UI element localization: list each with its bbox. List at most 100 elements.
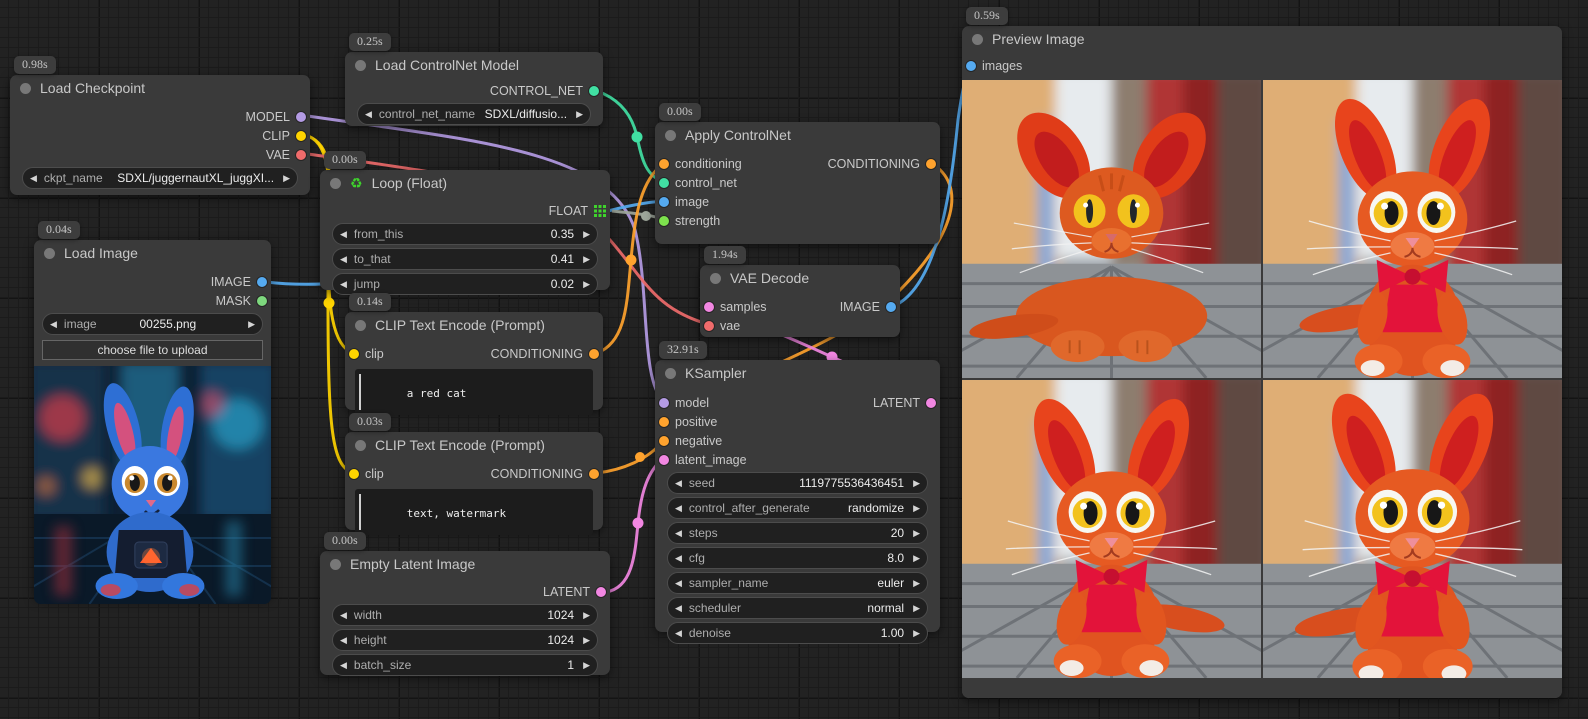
- right-arrow-icon[interactable]: ▶: [569, 109, 590, 120]
- output-slot-image[interactable]: [257, 277, 267, 287]
- output-slot-mask[interactable]: [257, 296, 267, 306]
- node-load-image[interactable]: 0.04s Load Image IMAGE MASK ◀ image 0025…: [34, 240, 271, 598]
- prompt-textarea[interactable]: a red cat: [355, 369, 593, 415]
- node-load-checkpoint[interactable]: 0.98s Load Checkpoint MODEL CLIP VAE ◀ c…: [10, 75, 310, 195]
- node-title-bar[interactable]: Preview Image: [962, 26, 1562, 52]
- left-arrow-icon[interactable]: ◀: [668, 578, 689, 589]
- node-graph-canvas[interactable]: 0.98s Load Checkpoint MODEL CLIP VAE ◀ c…: [0, 0, 1588, 719]
- left-arrow-icon[interactable]: ◀: [358, 109, 379, 120]
- node-title-bar[interactable]: VAE Decode: [700, 265, 900, 291]
- node-loop-float[interactable]: 0.00s ♻ Loop (Float) FLOAT ◀ from_this 0…: [320, 170, 610, 290]
- widget-scheduler[interactable]: ◀ scheduler normal ▶: [667, 597, 928, 619]
- node-title-bar[interactable]: Load Checkpoint: [10, 75, 310, 101]
- right-arrow-icon[interactable]: ▶: [906, 578, 927, 589]
- widget-control-after-generate[interactable]: ◀ control_after_generate randomize ▶: [667, 497, 928, 519]
- output-slot-conditioning[interactable]: [926, 159, 936, 169]
- node-title-bar[interactable]: Load Image: [34, 240, 271, 266]
- output-slot-latent[interactable]: [596, 587, 606, 597]
- right-arrow-icon[interactable]: ▶: [906, 603, 927, 614]
- right-arrow-icon[interactable]: ▶: [906, 478, 927, 489]
- widget-batch-size[interactable]: ◀ batch_size 1 ▶: [332, 654, 598, 676]
- output-slot-conditioning[interactable]: [589, 349, 599, 359]
- widget-seed[interactable]: ◀ seed 1119775536436451 ▶: [667, 472, 928, 494]
- node-title-bar[interactable]: Load ControlNet Model: [345, 52, 603, 78]
- collapse-dot-icon[interactable]: [44, 248, 55, 259]
- left-arrow-icon[interactable]: ◀: [333, 660, 354, 671]
- input-slot-control-net[interactable]: [659, 178, 669, 188]
- choose-file-button[interactable]: choose file to upload: [42, 340, 263, 360]
- widget-height[interactable]: ◀ height 1024 ▶: [332, 629, 598, 651]
- output-slot-clip[interactable]: [296, 131, 306, 141]
- collapse-dot-icon[interactable]: [665, 130, 676, 141]
- left-arrow-icon[interactable]: ◀: [668, 628, 689, 639]
- input-slot-images[interactable]: [966, 61, 976, 71]
- node-title-bar[interactable]: Apply ControlNet: [655, 122, 940, 148]
- collapse-dot-icon[interactable]: [710, 273, 721, 284]
- node-vae-decode[interactable]: 1.94s VAE Decode samples IMAGE vae: [700, 265, 900, 337]
- left-arrow-icon[interactable]: ◀: [23, 173, 44, 184]
- collapse-dot-icon[interactable]: [972, 34, 983, 45]
- right-arrow-icon[interactable]: ▶: [906, 553, 927, 564]
- collapse-dot-icon[interactable]: [355, 440, 366, 451]
- left-arrow-icon[interactable]: ◀: [333, 279, 354, 290]
- reroute-dot-latent-empty[interactable]: [633, 518, 644, 529]
- reroute-dot-clip[interactable]: [324, 298, 335, 309]
- input-slot-samples[interactable]: [704, 302, 714, 312]
- node-title-bar[interactable]: CLIP Text Encode (Prompt): [345, 432, 603, 458]
- right-arrow-icon[interactable]: ▶: [276, 173, 297, 184]
- output-slot-vae[interactable]: [296, 150, 306, 160]
- widget-image[interactable]: ◀ image 00255.png ▶: [42, 313, 263, 335]
- widget-width[interactable]: ◀ width 1024 ▶: [332, 604, 598, 626]
- input-slot-vae[interactable]: [704, 321, 714, 331]
- collapse-dot-icon[interactable]: [20, 83, 31, 94]
- widget-cfg[interactable]: ◀ cfg 8.0 ▶: [667, 547, 928, 569]
- left-arrow-icon[interactable]: ◀: [668, 478, 689, 489]
- input-slot-positive[interactable]: [659, 417, 669, 427]
- reroute-dot-controlnet[interactable]: [632, 132, 643, 143]
- right-arrow-icon[interactable]: ▶: [576, 660, 597, 671]
- input-slot-negative[interactable]: [659, 436, 669, 446]
- node-title-bar[interactable]: Empty Latent Image: [320, 551, 610, 577]
- input-slot-latent-image[interactable]: [659, 455, 669, 465]
- widget-denoise[interactable]: ◀ denoise 1.00 ▶: [667, 622, 928, 644]
- node-title-bar[interactable]: ♻ Loop (Float): [320, 170, 610, 196]
- node-title-bar[interactable]: CLIP Text Encode (Prompt): [345, 312, 603, 338]
- list-output-icon[interactable]: [594, 205, 606, 217]
- input-slot-conditioning[interactable]: [659, 159, 669, 169]
- node-ksampler[interactable]: 32.91s KSampler model LATENT positive ne…: [655, 360, 940, 632]
- right-arrow-icon[interactable]: ▶: [906, 628, 927, 639]
- right-arrow-icon[interactable]: ▶: [576, 635, 597, 646]
- node-title-bar[interactable]: KSampler: [655, 360, 940, 386]
- left-arrow-icon[interactable]: ◀: [43, 319, 64, 330]
- right-arrow-icon[interactable]: ▶: [241, 319, 262, 330]
- left-arrow-icon[interactable]: ◀: [668, 528, 689, 539]
- input-slot-image[interactable]: [659, 197, 669, 207]
- right-arrow-icon[interactable]: ▶: [576, 610, 597, 621]
- left-arrow-icon[interactable]: ◀: [668, 553, 689, 564]
- widget-control-net-name[interactable]: ◀ control_net_name SDXL/diffusio... ▶: [357, 103, 591, 125]
- prompt-textarea[interactable]: text, watermark: [355, 489, 593, 535]
- input-slot-clip[interactable]: [349, 469, 359, 479]
- node-empty-latent[interactable]: 0.00s Empty Latent Image LATENT ◀ width …: [320, 551, 610, 675]
- right-arrow-icon[interactable]: ▶: [576, 229, 597, 240]
- collapse-dot-icon[interactable]: [330, 178, 341, 189]
- left-arrow-icon[interactable]: ◀: [333, 229, 354, 240]
- output-slot-image[interactable]: [886, 302, 896, 312]
- node-clip-encode-positive[interactable]: 0.14s CLIP Text Encode (Prompt) clip CON…: [345, 312, 603, 410]
- widget-ckpt-name[interactable]: ◀ ckpt_name SDXL/juggernautXL_juggXI... …: [22, 167, 298, 189]
- right-arrow-icon[interactable]: ▶: [576, 254, 597, 265]
- collapse-dot-icon[interactable]: [665, 368, 676, 379]
- widget-steps[interactable]: ◀ steps 20 ▶: [667, 522, 928, 544]
- left-arrow-icon[interactable]: ◀: [333, 254, 354, 265]
- right-arrow-icon[interactable]: ▶: [906, 528, 927, 539]
- widget-from-this[interactable]: ◀ from_this 0.35 ▶: [332, 223, 598, 245]
- right-arrow-icon[interactable]: ▶: [576, 279, 597, 290]
- node-preview-image[interactable]: 0.59s Preview Image images: [962, 26, 1562, 698]
- output-slot-conditioning[interactable]: [589, 469, 599, 479]
- reroute-dot-conditioning-pos[interactable]: [626, 255, 637, 266]
- left-arrow-icon[interactable]: ◀: [333, 610, 354, 621]
- collapse-dot-icon[interactable]: [330, 559, 341, 570]
- right-arrow-icon[interactable]: ▶: [906, 503, 927, 514]
- output-slot-model[interactable]: [296, 112, 306, 122]
- widget-sampler-name[interactable]: ◀ sampler_name euler ▶: [667, 572, 928, 594]
